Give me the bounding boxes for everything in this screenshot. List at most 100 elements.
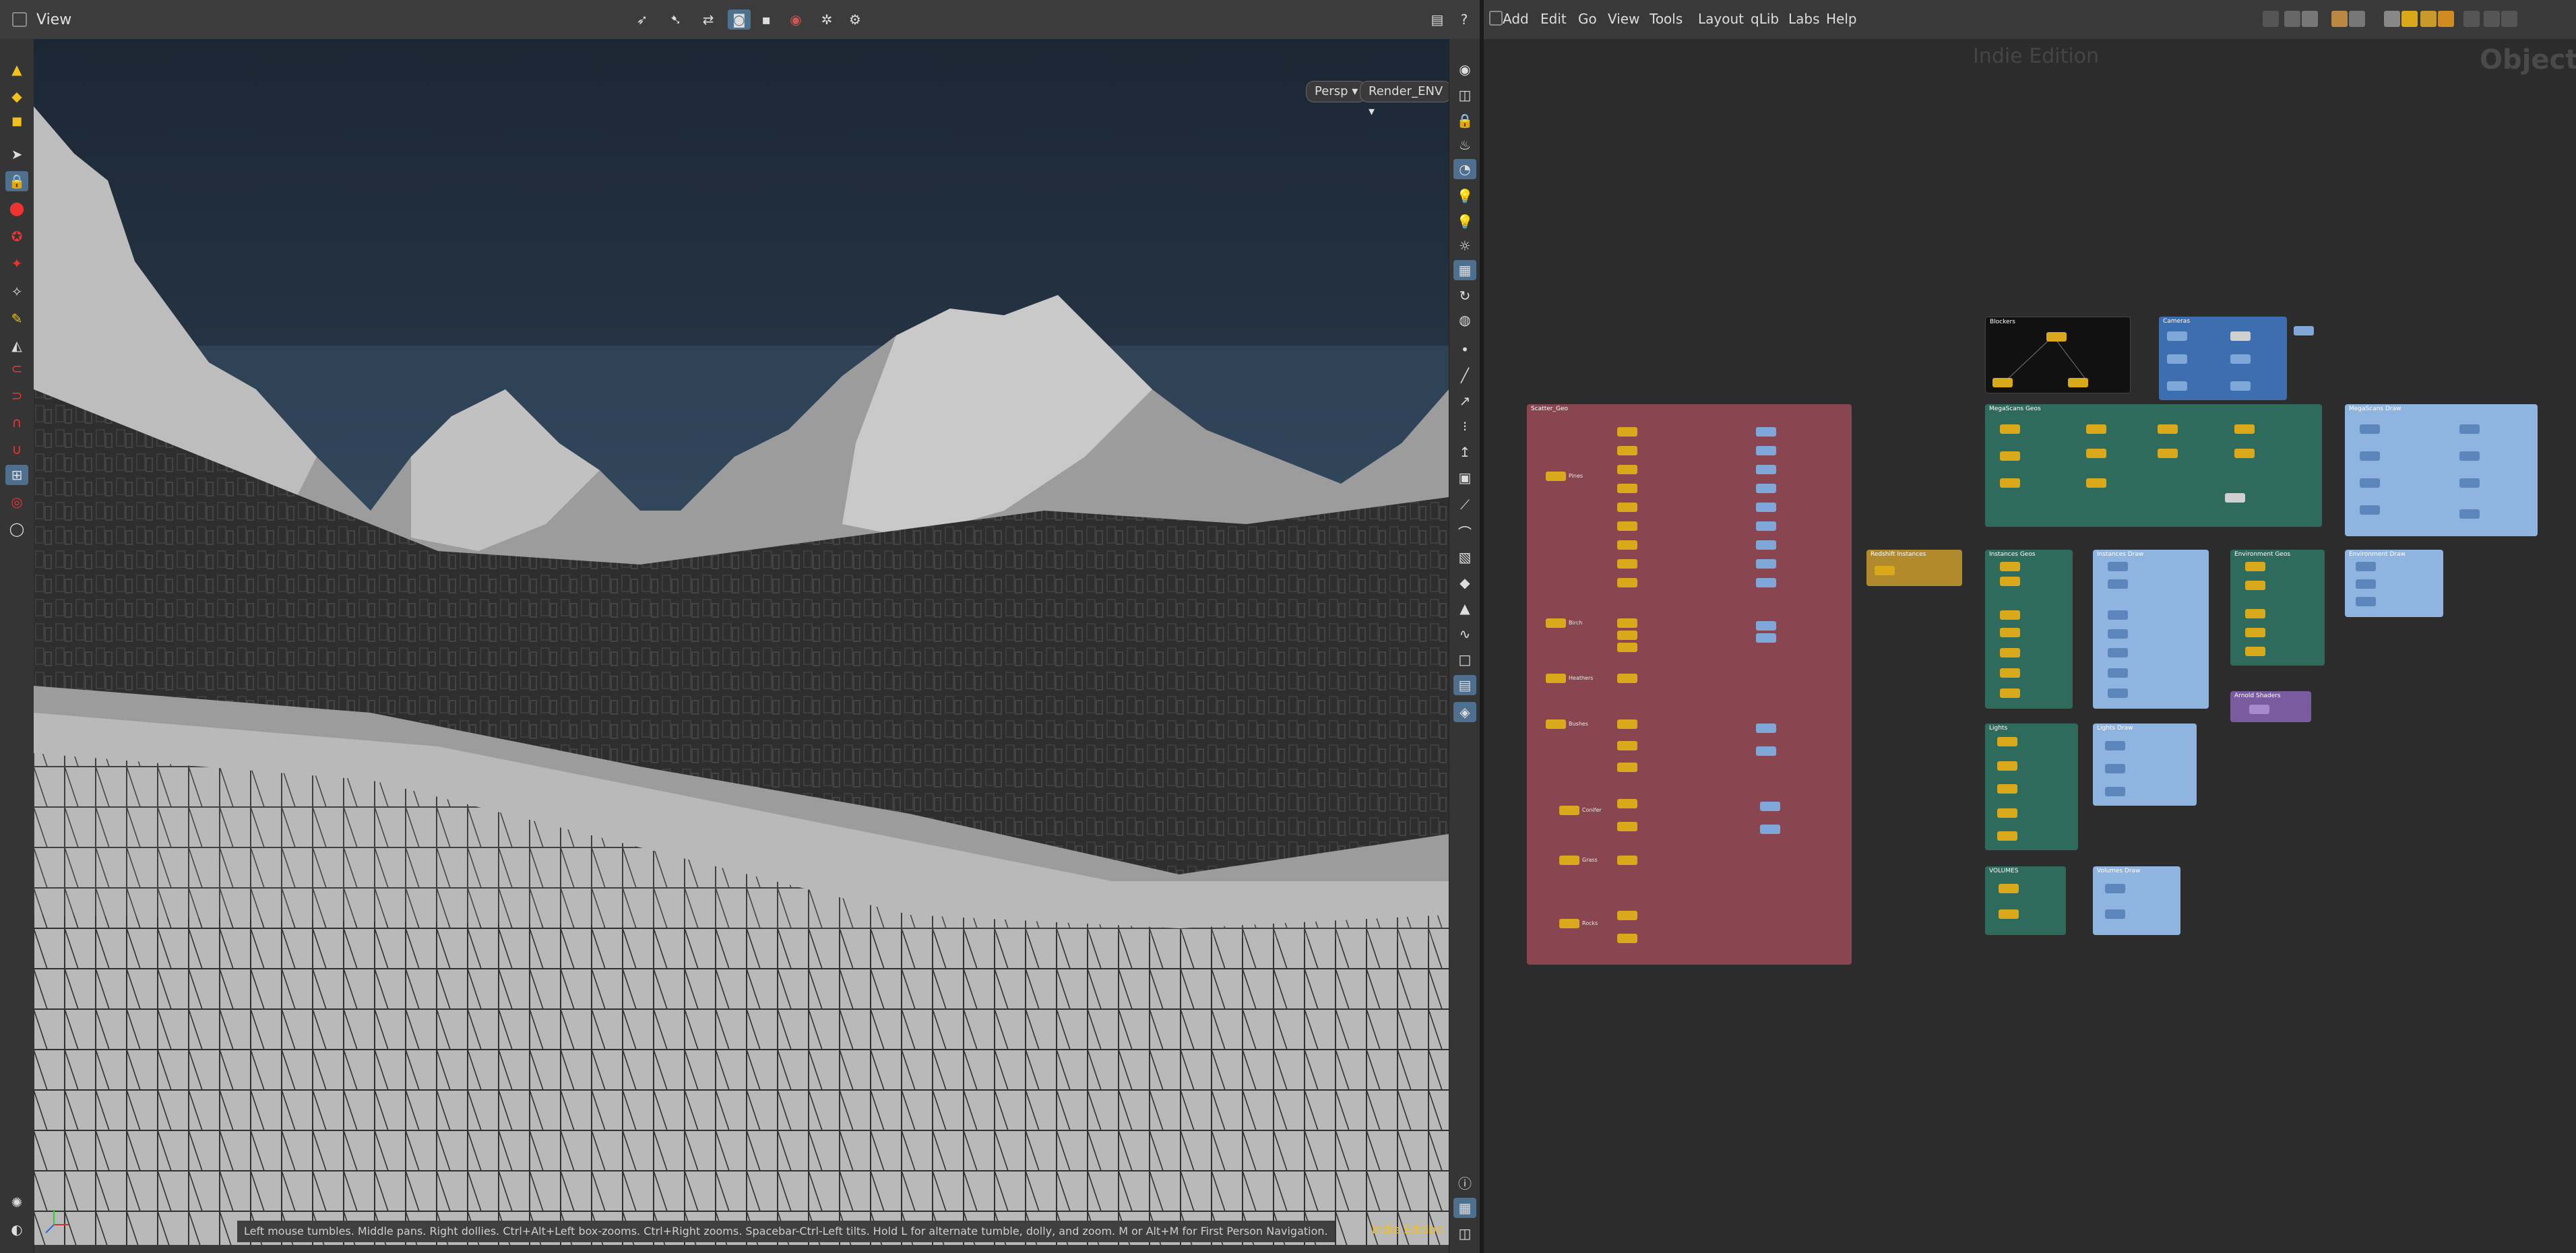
node-cam[interactable] [2167, 354, 2187, 364]
3d-viewport[interactable]: Persp ▾ Render_ENV ▾ [34, 39, 1449, 1245]
node-grass-obj[interactable] [1617, 856, 1637, 865]
tab-view[interactable]: View [13, 7, 168, 34]
volumes-draw-box[interactable]: Volumes Draw [2093, 866, 2180, 935]
normal-icon[interactable]: ↥ [1453, 442, 1476, 462]
brush-icon[interactable]: ✎ [5, 309, 28, 329]
photo-icon[interactable]: ◈ [1453, 702, 1476, 722]
node-heathers[interactable] [1546, 674, 1566, 683]
node-draw[interactable] [1756, 559, 1776, 569]
node-heather[interactable] [1617, 674, 1637, 683]
uv-icon[interactable]: ⁝ [1453, 416, 1476, 437]
lighting-icon[interactable]: ✺ [5, 1192, 28, 1213]
node-draw[interactable] [1756, 484, 1776, 493]
node-draw[interactable] [1756, 503, 1776, 512]
arnold-shaders-box[interactable]: Arnold Shaders [2230, 691, 2311, 722]
snap-prim-icon[interactable]: ◯ [5, 519, 28, 539]
grid-icon[interactable]: ▧ [1453, 547, 1476, 567]
node-env[interactable] [2245, 581, 2265, 590]
megascans-draw-box[interactable]: MegaScans Draw [2345, 404, 2538, 536]
node-ms-draw[interactable] [2360, 478, 2380, 488]
cameras-box[interactable]: Cameras [2159, 317, 2287, 400]
note-icon[interactable] [2401, 11, 2418, 27]
node-cam-selected[interactable] [2230, 331, 2251, 341]
node-inst-draw[interactable] [2108, 668, 2128, 678]
pin-icon[interactable]: ⬤ [5, 198, 28, 218]
node-inst-draw[interactable] [2108, 579, 2128, 589]
node-megascan[interactable] [2234, 449, 2255, 458]
node-vol-draw[interactable] [2105, 884, 2125, 893]
zoom-icon[interactable] [2463, 11, 2480, 27]
node-ms-draw[interactable] [2459, 451, 2480, 461]
node-blocker[interactable] [2068, 378, 2088, 387]
node-rocks[interactable] [1559, 919, 1579, 928]
node-light-draw[interactable] [2105, 764, 2125, 773]
node-birch-tree[interactable] [1617, 643, 1637, 652]
node-light[interactable] [1997, 784, 2017, 794]
node-ms-draw[interactable] [2360, 451, 2380, 461]
node-megascan[interactable] [2086, 478, 2106, 488]
magnet-icon-3[interactable]: ∩ [5, 412, 28, 432]
node-inst-draw[interactable] [2108, 629, 2128, 639]
eye-icon[interactable]: ◉ [1453, 59, 1476, 79]
node-light[interactable] [1997, 761, 2017, 771]
node-inst-draw[interactable] [2108, 648, 2128, 657]
render-settings-icon[interactable]: ✲ [815, 9, 838, 30]
node-render-cam[interactable] [2167, 331, 2187, 341]
node-inst-draw[interactable] [2108, 610, 2128, 620]
node-light[interactable] [1997, 737, 2017, 746]
blockers-box[interactable]: Blockers [1985, 317, 2131, 393]
node-light-draw[interactable] [2105, 741, 2125, 750]
node-bushes[interactable] [1546, 719, 1566, 729]
lock-icon[interactable]: 🔒 [1453, 110, 1476, 131]
help-icon[interactable]: ? [1453, 9, 1476, 30]
environment-geos-box[interactable]: Environment Geos [2230, 550, 2325, 666]
node-megascan[interactable] [2086, 449, 2106, 458]
menu-labs[interactable]: Labs [1788, 11, 1820, 27]
node-megascan-selected[interactable] [2225, 493, 2245, 503]
node-instance[interactable] [2000, 628, 2020, 637]
template-icon[interactable]: ▣ [1453, 468, 1476, 488]
node-ms-draw[interactable] [2360, 505, 2380, 515]
node-light-draw[interactable] [2105, 787, 2125, 796]
node-pine-tree[interactable] [1617, 521, 1637, 531]
minimize-icon[interactable] [2484, 11, 2500, 27]
list-icon[interactable] [2302, 11, 2318, 27]
select-arrow-icon[interactable]: ➤ [5, 144, 28, 164]
node-birch-tree[interactable] [1617, 618, 1637, 628]
sticky-icon[interactable] [2420, 11, 2437, 27]
magnet-icon-4[interactable]: ∪ [5, 439, 28, 459]
transform-tool-icon[interactable]: ▲ [5, 59, 28, 79]
instances-draw-box[interactable]: Instances Draw [2093, 550, 2209, 709]
scale-tool-icon[interactable]: ◼ [5, 110, 28, 131]
node-draw[interactable] [1756, 578, 1776, 587]
render-icon[interactable]: ⚙ [844, 9, 867, 30]
wrench-icon[interactable] [2263, 11, 2279, 27]
node-cam[interactable] [2230, 381, 2251, 391]
node-pines[interactable] [1546, 472, 1566, 481]
node-light[interactable] [1997, 808, 2017, 818]
shading-icon[interactable]: ◔ [1453, 159, 1476, 179]
snap-point-icon[interactable]: ◎ [5, 492, 28, 512]
scatter-geo-box[interactable]: Scatter_Geo Pines Birch Heathers Bushes … [1527, 404, 1852, 965]
snap-grid-icon[interactable]: ⊞ [5, 465, 28, 485]
node-pine-tree[interactable] [1617, 465, 1637, 474]
pane-menu-icon-2[interactable] [1489, 11, 1503, 26]
node-megascan[interactable] [2158, 424, 2178, 434]
display-options-icon[interactable]: ▦ [1453, 260, 1476, 280]
pose-tool-icon[interactable]: ➷ [664, 9, 687, 30]
node-env[interactable] [2245, 647, 2265, 656]
menu-help[interactable]: Help [1826, 11, 1857, 27]
headlight-icon[interactable]: 💡 [1453, 186, 1476, 206]
node-env[interactable] [2245, 609, 2265, 618]
node-instance[interactable] [2000, 668, 2020, 678]
handle-tool-icon[interactable]: ⇄ [697, 9, 720, 30]
pyramid-icon[interactable]: ▲ [1453, 598, 1476, 618]
tree-view-icon[interactable] [2384, 11, 2400, 27]
node-megascan[interactable] [2000, 478, 2020, 488]
menu-go[interactable]: Go [1578, 11, 1597, 27]
node-instance[interactable] [2000, 610, 2020, 620]
camera-switch-icon[interactable]: ◫ [1453, 1223, 1476, 1244]
node-pine-tree[interactable] [1617, 484, 1637, 493]
node-sun[interactable] [2294, 326, 2314, 335]
orient-icon[interactable]: ✪ [5, 226, 28, 247]
